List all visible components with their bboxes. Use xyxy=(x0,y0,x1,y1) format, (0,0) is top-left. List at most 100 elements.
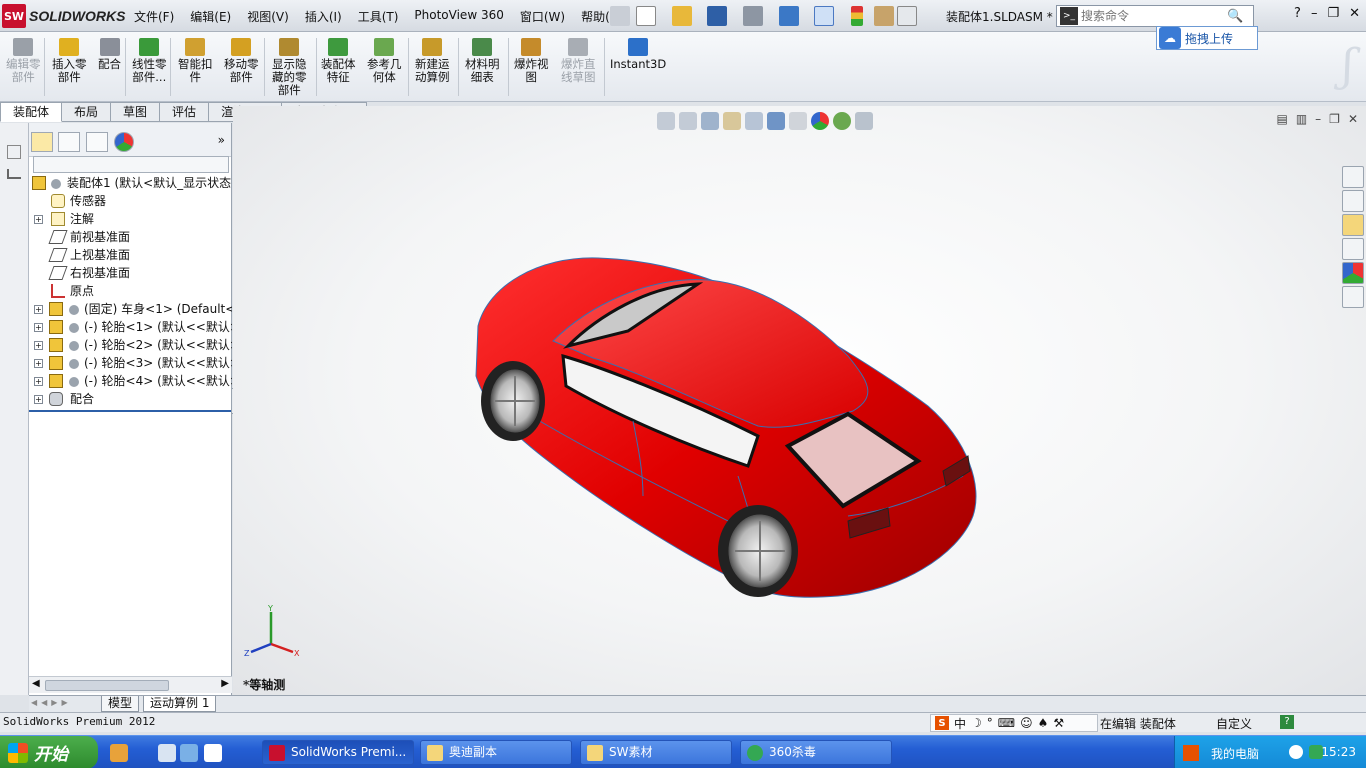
tree-item[interactable]: 传感器 xyxy=(29,192,232,210)
search-icon[interactable]: 🔍 xyxy=(1227,9,1243,24)
display-manager-tab-icon[interactable] xyxy=(114,132,134,152)
options-icon[interactable] xyxy=(897,6,917,26)
command-button-4[interactable]: 智能扣 件 xyxy=(178,38,213,84)
property-manager-tab-icon[interactable] xyxy=(58,132,80,152)
command-button-9[interactable]: 新建运 动算例 xyxy=(415,38,450,84)
soft-keyboard-icon[interactable]: ⌨ xyxy=(998,716,1015,730)
solidworks-resources-icon[interactable] xyxy=(1342,166,1364,188)
previous-view-icon[interactable] xyxy=(701,112,719,130)
minimize-icon[interactable]: – xyxy=(1311,6,1318,21)
car-model[interactable] xyxy=(458,246,1018,606)
tree-item[interactable]: + (-) 轮胎<2> (默认<<默认>_显 xyxy=(29,336,232,354)
command-button-13[interactable]: Instant3D xyxy=(610,38,666,71)
section-view-icon[interactable] xyxy=(723,112,741,130)
zoom-to-area-icon[interactable] xyxy=(679,112,697,130)
unit-system-selector[interactable]: 自定义 xyxy=(1216,715,1252,732)
command-button-3[interactable]: 线性零 部件... xyxy=(132,38,167,84)
my-computer-label[interactable]: 我的电脑 xyxy=(1211,745,1259,762)
ime-toolbar[interactable]: S 中 ☽ ° ⌨ ☺ ♠ ⚒ xyxy=(930,714,1098,732)
expand-toggle-icon[interactable]: + xyxy=(34,359,43,368)
save-icon[interactable] xyxy=(707,6,727,26)
tree-item[interactable]: + 配合 xyxy=(29,390,232,408)
tree-filter-box[interactable] xyxy=(33,156,229,173)
view-orientation-icon[interactable] xyxy=(745,112,763,130)
tree-horizontal-scrollbar[interactable]: ◀ ▶ xyxy=(29,676,232,693)
design-library-icon[interactable] xyxy=(1342,190,1364,212)
skin-icon[interactable]: ♠ xyxy=(1038,716,1049,730)
tree-item[interactable]: 上视基准面 xyxy=(29,246,232,264)
feature-tree-tab-icon[interactable] xyxy=(31,132,53,152)
print-icon[interactable] xyxy=(743,6,763,26)
custom-properties-icon[interactable] xyxy=(1342,286,1364,308)
appearances-icon[interactable] xyxy=(1342,262,1364,284)
task-folder-audi[interactable]: 奥迪副本 xyxy=(420,740,572,765)
menu-item[interactable]: 文件(F) xyxy=(134,8,174,25)
tree-item[interactable]: + (固定) 车身<1> (Default< xyxy=(29,300,232,318)
solidworks-logo[interactable]: SW SOLIDWORKS xyxy=(2,4,126,28)
open-folder-icon[interactable] xyxy=(672,6,692,26)
ime-mode[interactable]: 中 xyxy=(954,715,966,732)
quicklaunch-browser-icon[interactable] xyxy=(180,744,198,762)
close-icon[interactable]: ✕ xyxy=(1349,6,1360,21)
select-cursor-icon[interactable] xyxy=(814,6,834,26)
pin-icon[interactable] xyxy=(610,6,630,26)
menu-item[interactable]: 编辑(E) xyxy=(190,8,231,25)
zoom-to-fit-icon[interactable] xyxy=(657,112,675,130)
command-tab[interactable]: 草图 xyxy=(111,102,161,122)
expand-panel-icon[interactable]: » xyxy=(218,133,225,147)
expand-toggle-icon[interactable]: + xyxy=(34,215,43,224)
tray-expand-icon[interactable] xyxy=(1289,745,1303,759)
expand-toggle-icon[interactable]: + xyxy=(34,305,43,314)
restore-icon[interactable]: ❐ xyxy=(1327,6,1339,21)
tree-item[interactable]: + (-) 轮胎<3> (默认<<默认>_显 xyxy=(29,354,232,372)
menu-item[interactable]: 插入(I) xyxy=(305,8,342,25)
user-icon[interactable]: ☺ xyxy=(1020,716,1033,730)
apply-scene-icon[interactable] xyxy=(833,112,851,130)
sogou-ime-icon[interactable]: S xyxy=(935,716,949,730)
view-settings-icon[interactable] xyxy=(855,112,873,130)
tools-icon[interactable]: ⚒ xyxy=(1053,716,1064,730)
command-button-11[interactable]: 爆炸视 图 xyxy=(514,38,549,84)
punctuation-icon[interactable]: ° xyxy=(987,716,993,730)
tree-item[interactable]: 右视基准面 xyxy=(29,264,232,282)
rebuild-traffic-light-icon[interactable] xyxy=(851,6,863,26)
command-button-10[interactable]: 材料明 细表 xyxy=(465,38,500,84)
search-input[interactable] xyxy=(1081,9,1221,23)
expand-toggle-icon[interactable]: + xyxy=(34,341,43,350)
search-command-box[interactable]: >_ 🔍 xyxy=(1056,5,1254,27)
expand-toggle-icon[interactable]: + xyxy=(34,395,43,404)
task-folder-sw[interactable]: SW素材 xyxy=(580,740,732,765)
sketch-tool-icon[interactable] xyxy=(7,169,21,179)
menu-item[interactable]: 视图(V) xyxy=(247,8,289,25)
quicklaunch-ie-icon[interactable] xyxy=(158,744,176,762)
menu-item[interactable]: 工具(T) xyxy=(358,8,399,25)
view-palette-icon[interactable] xyxy=(1342,238,1364,260)
half-width-icon[interactable]: ☽ xyxy=(971,716,982,730)
tab-model[interactable]: 模型 xyxy=(101,696,140,712)
edit-appearance-icon[interactable] xyxy=(811,112,829,130)
upload-tooltip[interactable]: ☁ 拖拽上传 xyxy=(1156,26,1258,50)
new-document-icon[interactable] xyxy=(636,6,656,26)
tree-item[interactable]: + 注解 xyxy=(29,210,232,228)
command-tab[interactable]: 装配体 xyxy=(0,102,63,122)
doc-restore-icon[interactable]: ❐ xyxy=(1329,112,1340,126)
file-properties-icon[interactable] xyxy=(874,6,894,26)
configuration-manager-tab-icon[interactable] xyxy=(86,132,108,152)
sogou-tray-icon[interactable] xyxy=(1183,745,1199,761)
graphics-area[interactable]: ▤ ▥ – ❐ ✕ Y X Z *等轴测 xyxy=(233,106,1366,695)
expand-toggle-icon[interactable]: + xyxy=(34,377,43,386)
undo-icon[interactable] xyxy=(779,6,799,26)
rollback-bar[interactable] xyxy=(29,410,232,412)
command-button-1[interactable]: 插入零 部件 xyxy=(52,38,87,84)
expand-toggle-icon[interactable]: + xyxy=(34,323,43,332)
tree-item[interactable]: + (-) 轮胎<4> (默认<<默认>_显 xyxy=(29,372,232,390)
menu-item[interactable]: PhotoView 360 xyxy=(414,8,503,25)
split-view-icon[interactable]: ▤ xyxy=(1276,112,1287,126)
quicklaunch-sogou-icon[interactable] xyxy=(110,744,128,762)
command-tab[interactable]: 评估 xyxy=(160,102,210,122)
hide-show-items-icon[interactable] xyxy=(789,112,807,130)
tree-item[interactable]: 装配体1 (默认<默认_显示状态 xyxy=(29,174,232,192)
command-button-8[interactable]: 参考几 何体 xyxy=(367,38,402,84)
command-button-7[interactable]: 装配体 特征 xyxy=(321,38,356,84)
scroll-right-icon[interactable]: ▶ xyxy=(221,678,229,689)
